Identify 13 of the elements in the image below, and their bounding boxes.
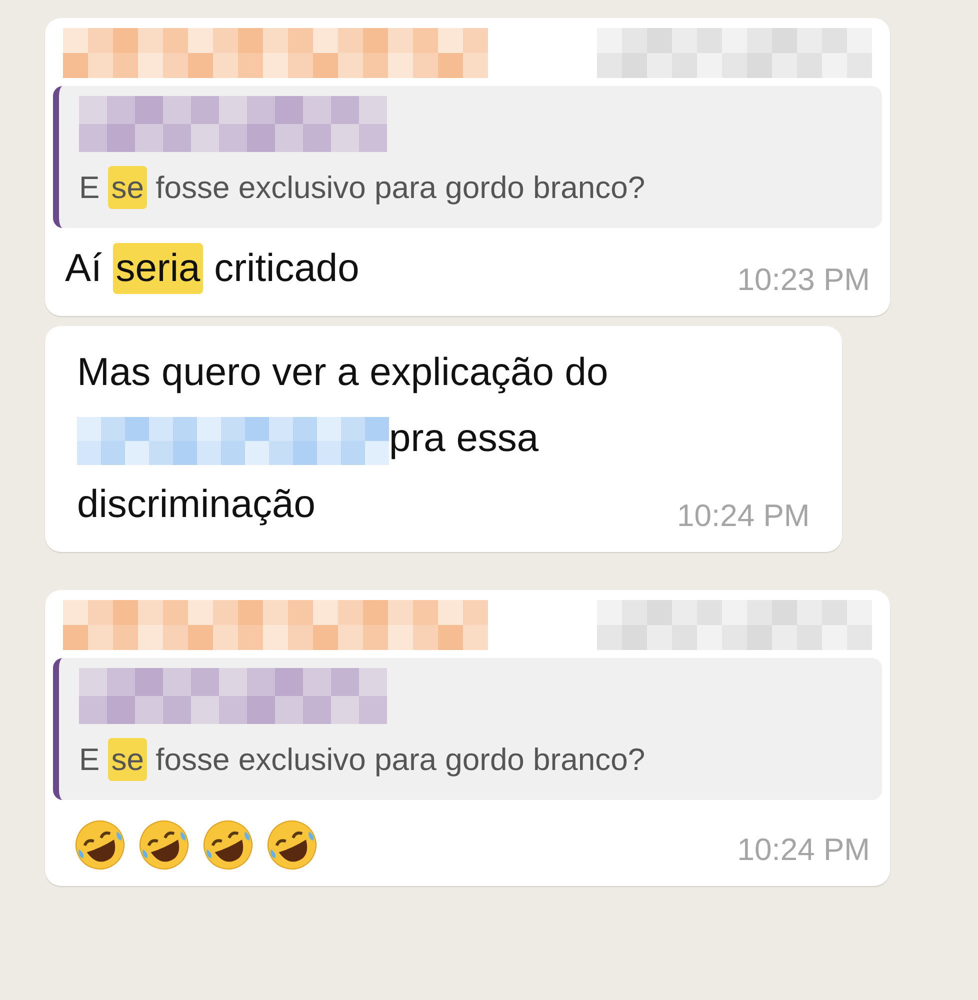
quoted-text: E se fosse exclusivo para gordo branco?	[79, 166, 862, 210]
quoted-message[interactable]: E se fosse exclusivo para gordo branco?	[53, 86, 882, 228]
message-time: 10:23 PM	[737, 262, 871, 299]
message-time: 10:24 PM	[677, 498, 811, 535]
message-text: Aí seria criticado	[53, 236, 360, 302]
quoted-text: E se fosse exclusivo para gordo branco?	[79, 738, 862, 782]
laughing-emoji-icon	[137, 818, 191, 872]
quoted-message[interactable]: E se fosse exclusivo para gordo branco?	[53, 658, 882, 800]
laughing-emoji-icon	[201, 818, 255, 872]
message-text: Mas quero ver a explicação do pra essa discriminação	[76, 350, 610, 528]
message-time: 10:24 PM	[737, 832, 871, 869]
laughing-emoji-icon	[73, 818, 127, 872]
laughing-emoji-icon	[265, 818, 319, 872]
